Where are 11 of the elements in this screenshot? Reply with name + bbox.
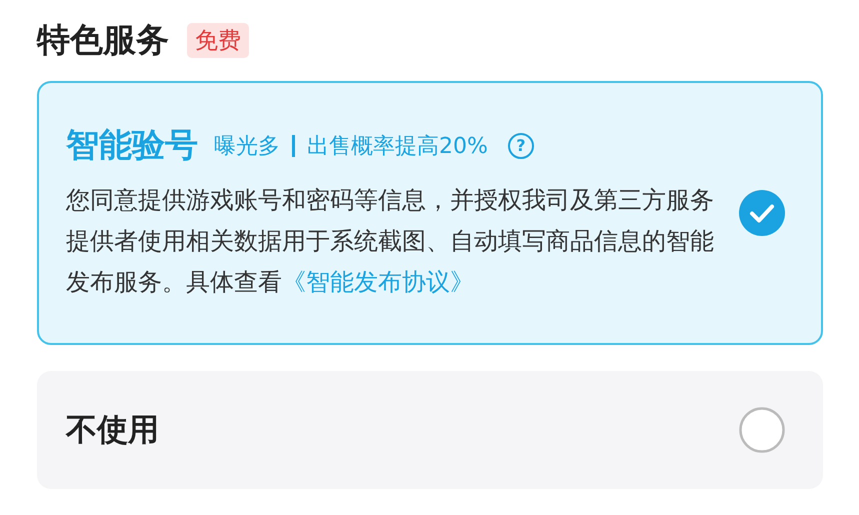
option-tag: 曝光多: [214, 130, 280, 160]
radio-icon[interactable]: [739, 407, 785, 453]
option-tag: 出售概率提高20%: [307, 130, 488, 160]
option-card[interactable]: 智能验号 曝光多 出售概率提高20% ? 您同意提供游戏账号和密码等信息，并授权我司及第三方服务提供者使用相关数据用于系统截图、自动填写商品信息的智能发布服务。具体查看《智能发布协议》: [37, 81, 823, 345]
checked-radio-icon[interactable]: [739, 190, 785, 236]
section-title: 特色服务: [37, 19, 169, 61]
free-badge: 免费: [187, 23, 249, 58]
option-title: 不使用: [66, 411, 160, 450]
option-card[interactable]: 不使用: [37, 371, 823, 489]
option-title: 智能验号: [66, 124, 198, 166]
option-description: 您同意提供游戏账号和密码等信息，并授权我司及第三方服务提供者使用相关数据用于系统截图、自动填写商品信息的智能发布服务。具体查看《智能发布协议》: [66, 185, 715, 298]
